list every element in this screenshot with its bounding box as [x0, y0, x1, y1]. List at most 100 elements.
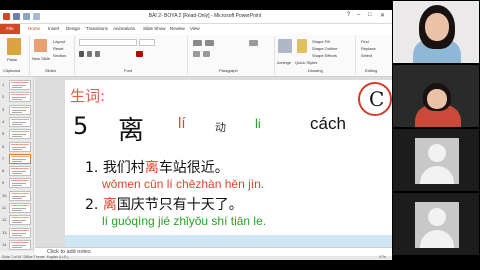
slide-thumbnail-header — [11, 82, 29, 83]
underline-icon[interactable] — [95, 51, 100, 57]
find-button[interactable]: Find — [361, 39, 369, 44]
slide-thumbnail[interactable]: 6 — [0, 141, 34, 153]
tab-view[interactable]: View — [190, 26, 200, 31]
slide-thumbnail-header — [11, 192, 29, 194]
slide-thumbnail[interactable]: 2 — [0, 91, 34, 103]
slide-thumbnail-text-line — [12, 171, 26, 173]
slide-thumbnail[interactable]: 8 — [0, 165, 34, 177]
slide-thumbnail-number: 1 — [2, 82, 5, 87]
slide-thumbnail[interactable]: 13 — [0, 227, 34, 239]
tab-file[interactable]: File — [0, 24, 20, 34]
word-number: 5 — [73, 112, 89, 140]
slide-thumbnail-image — [9, 166, 31, 177]
tab-home[interactable]: Home — [28, 26, 40, 31]
bullets-icon[interactable] — [193, 40, 202, 46]
new-slide-icon[interactable] — [34, 39, 47, 52]
slide-thumbnail[interactable]: 3 — [0, 104, 34, 116]
shape-outline-button[interactable]: Shape Outline — [312, 46, 337, 51]
save-icon[interactable] — [13, 13, 20, 20]
new-slide-button[interactable]: New Slide — [32, 56, 50, 61]
font-color-icon[interactable] — [136, 51, 143, 57]
align-center-icon[interactable] — [203, 51, 210, 57]
maximize-button[interactable]: □ — [368, 12, 372, 18]
reset-button[interactable]: Reset — [53, 46, 63, 51]
slide-thumbnail-image — [9, 215, 31, 226]
layout-button[interactable]: Layout — [53, 39, 65, 44]
select-button[interactable]: Select — [361, 53, 372, 58]
zoom-level[interactable]: 97% — [379, 255, 386, 259]
paste-button[interactable]: Paste — [7, 57, 17, 62]
slide-thumbnail-text-line — [12, 109, 26, 111]
slide-thumbnail-header — [11, 168, 29, 170]
font-size-box[interactable] — [139, 39, 155, 46]
example-2-pinyin: lí guóqìng jié zhǐyǒu shí tiān le. — [102, 214, 267, 228]
participant-video-4[interactable] — [392, 192, 480, 256]
tab-review[interactable]: Review — [170, 26, 185, 31]
close-button[interactable]: ✕ — [380, 12, 385, 19]
slide-thumbnail-header — [11, 106, 29, 108]
slide-thumbnail-image — [9, 92, 31, 103]
italic-icon[interactable] — [87, 51, 92, 57]
shape-fill-button[interactable]: Shape Fill — [312, 39, 330, 44]
slide-thumbnails-pane[interactable]: 1 2 3 4 5 6 7 8 9 10 11 12 13 14 — [0, 77, 34, 251]
quick-styles-icon[interactable] — [297, 39, 307, 53]
slide-thumbnail-text-line — [12, 146, 26, 148]
participant-video-3[interactable] — [392, 128, 480, 192]
participant-2-face — [427, 89, 447, 109]
quick-styles-button[interactable]: Quick Styles — [295, 60, 317, 65]
slide-thumbnail[interactable]: 5 — [0, 128, 34, 140]
font-group: Font — [76, 36, 188, 75]
slide-thumbnail[interactable]: 11 — [0, 202, 34, 214]
replace-button[interactable]: Replace — [361, 46, 376, 51]
slide-thumbnail[interactable]: 7 — [0, 153, 34, 165]
tab-insert[interactable]: Insert — [48, 26, 59, 31]
example-1-pinyin: wǒmen cūn lí chēzhàn hěn jìn. — [102, 177, 265, 191]
text-direction-icon[interactable] — [249, 40, 258, 46]
drawing-group-label: Drawing — [308, 68, 323, 73]
font-name-box[interactable] — [79, 39, 137, 46]
slide-thumbnail[interactable]: 14 — [0, 239, 34, 251]
slide-thumbnail-image — [9, 80, 31, 90]
tab-animations[interactable]: Animations — [113, 26, 135, 31]
shape-effects-button[interactable]: Shape Effects — [312, 53, 337, 58]
slides-group: New Slide Layout Reset Section Slides — [31, 36, 75, 75]
slide-thumbnail-text-line — [12, 121, 26, 123]
minimize-button[interactable]: – — [357, 12, 360, 18]
tab-slide-show[interactable]: Slide Show — [143, 26, 166, 31]
vocabulary-heading: 生词: — [70, 87, 106, 105]
slide-thumbnail-header — [11, 131, 29, 133]
undo-icon[interactable] — [23, 13, 30, 20]
slide-thumbnail[interactable]: 1 — [0, 79, 34, 91]
slide-thumbnail-text-line — [12, 123, 22, 125]
slide-thumbnail[interactable]: 9 — [0, 177, 34, 189]
shapes-icon[interactable] — [278, 39, 292, 53]
slide-thumbnail[interactable]: 12 — [0, 214, 34, 226]
tab-transitions[interactable]: Transitions — [86, 26, 108, 31]
current-slide[interactable]: 生词: 5 离 lí 动 li cách 1. 我们村离车站很近。 wǒmen … — [65, 80, 392, 247]
viet-reading: li — [255, 116, 261, 131]
paste-icon[interactable] — [7, 38, 21, 55]
section-button[interactable]: Section — [53, 53, 66, 58]
slide-thumbnail-text-line — [12, 195, 26, 197]
help-icon[interactable]: ? — [347, 12, 350, 18]
avatar-placeholder — [415, 202, 459, 248]
slide-thumbnail-text-line — [12, 246, 22, 248]
bold-icon[interactable] — [79, 51, 84, 57]
align-left-icon[interactable] — [193, 51, 200, 57]
slide-thumbnail[interactable]: 4 — [0, 116, 34, 128]
slide-thumbnail[interactable]: 10 — [0, 190, 34, 202]
clipboard-group: Paste Clipboard — [0, 36, 30, 75]
slide-thumbnail-text-line — [12, 87, 22, 88]
avatar-body-icon — [420, 230, 454, 248]
slide-thumbnail-header — [11, 217, 29, 219]
numbering-icon[interactable] — [205, 40, 214, 46]
participant-video-2[interactable] — [392, 64, 480, 128]
example-2-highlight: 离 — [102, 197, 117, 213]
tab-design[interactable]: Design — [66, 26, 80, 31]
participant-video-1[interactable] — [392, 0, 480, 64]
slide-thumbnail-text-line — [12, 185, 22, 187]
notes-pane[interactable]: Click to add notes — [35, 247, 392, 256]
redo-icon[interactable] — [33, 13, 40, 20]
word-pinyin: lí — [178, 115, 186, 132]
arrange-button[interactable]: Arrange — [277, 60, 291, 65]
